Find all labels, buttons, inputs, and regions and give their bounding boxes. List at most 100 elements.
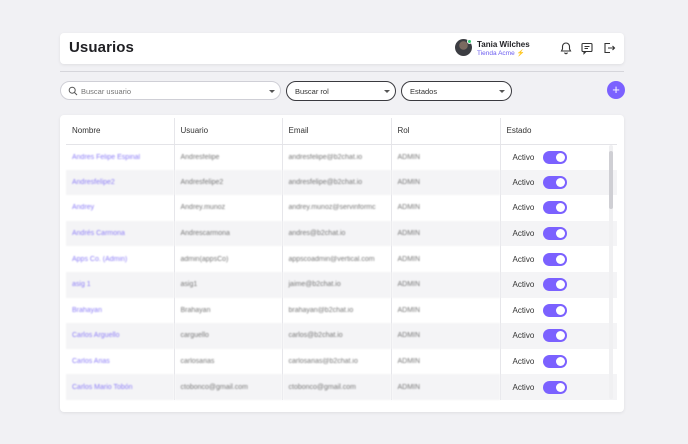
user-name-link[interactable]: Apps Co. (Admin)	[66, 246, 174, 272]
username-cell: carlosarias	[173, 348, 282, 375]
email-cell: brahayan@b2chat.io	[281, 297, 391, 324]
online-status-dot	[467, 39, 472, 44]
role-cell: ADMIN	[390, 169, 500, 196]
table-row[interactable]: Andresfelipe2 Andresfelipe2 andresfelipe@b…	[66, 169, 617, 196]
table-row[interactable]: Carlos Mario Tobón ctobonco@gmail.com ctob…	[66, 374, 617, 400]
users-table-card: Nombre Usuario Email Rol Estado Andres F…	[60, 115, 624, 412]
status-label: Activo	[512, 382, 535, 392]
column-header-email[interactable]: Email	[281, 118, 391, 145]
username-cell: Andrescarmona	[173, 220, 282, 247]
status-cell: Activo	[499, 348, 617, 375]
role-select[interactable]: Buscar rol	[286, 81, 396, 101]
status-toggle[interactable]	[542, 175, 567, 189]
user-name-link[interactable]: Andrey	[66, 195, 174, 221]
email-cell: carlos@b2chat.io	[281, 323, 391, 349]
status-cell: Activo	[499, 297, 617, 324]
username-cell: Andrey.munoz	[173, 195, 282, 221]
user-name-link[interactable]: Carlos Mario Tobón	[66, 374, 174, 400]
role-cell: ADMIN	[390, 271, 500, 298]
status-select[interactable]: Estados	[401, 81, 512, 101]
store-name[interactable]: Tienda Acme ⚡	[477, 49, 525, 57]
table-row[interactable]: Andrés Carmona Andrescarmona andres@b2chat…	[66, 220, 617, 247]
column-header-nombre[interactable]: Nombre	[66, 118, 174, 145]
status-label: Activo	[512, 203, 535, 213]
email-cell: carlosarias@b2chat.io	[281, 348, 391, 375]
email-cell: andres@b2chat.io	[281, 220, 391, 247]
add-user-button[interactable]: +	[607, 81, 625, 99]
header-divider	[60, 71, 624, 72]
username-cell: admin(appsCo)	[173, 246, 282, 272]
email-cell: ctobonco@gmail.com	[281, 374, 391, 400]
status-toggle[interactable]	[542, 329, 567, 343]
chat-icon[interactable]	[580, 41, 594, 55]
email-cell: jaime@b2chat.io	[281, 271, 391, 298]
users-table: Nombre Usuario Email Rol Estado Andres F…	[66, 118, 617, 400]
role-cell: ADMIN	[390, 195, 500, 221]
scrollbar-thumb[interactable]	[609, 151, 613, 209]
chevron-down-icon	[384, 90, 390, 93]
status-toggle[interactable]	[542, 150, 567, 164]
username-cell: Andresfelipe	[173, 144, 282, 170]
role-cell: ADMIN	[390, 348, 500, 375]
status-toggle[interactable]	[542, 380, 567, 394]
user-name-link[interactable]: Brahayan	[66, 298, 174, 324]
plus-icon: +	[612, 82, 620, 97]
status-label: Activo	[512, 177, 535, 187]
table-row[interactable]: Carlos Arguello carguello carlos@b2chat.io…	[66, 323, 617, 349]
status-toggle[interactable]	[542, 355, 567, 369]
username-cell: Andresfelipe2	[173, 169, 282, 196]
status-cell: Activo	[499, 220, 617, 247]
status-label: Activo	[512, 305, 535, 315]
table-row[interactable]: Andrey Andrey.munoz andrey.munoz@servinfor…	[66, 195, 617, 221]
search-icon	[68, 86, 78, 96]
role-cell: ADMIN	[390, 144, 500, 170]
role-cell: ADMIN	[390, 246, 500, 272]
chevron-down-icon	[269, 90, 275, 93]
status-label: Activo	[512, 357, 535, 367]
status-toggle[interactable]	[542, 227, 567, 241]
role-select-label: Buscar rol	[295, 87, 329, 96]
user-name-link[interactable]: Carlos Arias	[66, 349, 174, 375]
email-cell: andresfelipe@b2chat.io	[281, 144, 391, 170]
role-cell: ADMIN	[390, 297, 500, 324]
search-box[interactable]	[60, 81, 281, 100]
status-cell: Activo	[499, 195, 617, 221]
table-scrollbar[interactable]	[609, 145, 613, 399]
status-label: Activo	[512, 331, 535, 341]
email-cell: appscoadmin@vertical.com	[281, 246, 391, 272]
email-cell: andrey.munoz@servinformc	[281, 195, 391, 221]
status-label: Activo	[512, 229, 535, 239]
page-title: Usuarios	[69, 39, 134, 56]
user-name-link[interactable]: Andrés Carmona	[66, 220, 174, 247]
table-header-row: Nombre Usuario Email Rol Estado	[66, 118, 617, 145]
search-input[interactable]	[81, 84, 261, 98]
status-cell: Activo	[499, 323, 617, 349]
chevron-down-icon	[499, 90, 505, 93]
logout-icon[interactable]	[602, 41, 616, 55]
table-row[interactable]: Carlos Arias carlosarias carlosarias@b2cha…	[66, 348, 617, 375]
user-name-link[interactable]: asig 1	[66, 271, 174, 298]
table-row[interactable]: Apps Co. (Admin) admin(appsCo) appscoadmin…	[66, 246, 617, 272]
username-cell: asig1	[173, 271, 282, 298]
user-name-link[interactable]: Carlos Arguello	[66, 323, 174, 349]
role-cell: ADMIN	[390, 323, 500, 349]
status-label: Activo	[512, 280, 535, 290]
table-row[interactable]: asig 1 asig1 jaime@b2chat.io ADMIN Activo	[66, 271, 617, 298]
username-cell: ctobonco@gmail.com	[173, 374, 282, 400]
status-cell: Activo	[499, 144, 617, 170]
column-header-estado[interactable]: Estado	[499, 118, 617, 145]
status-toggle[interactable]	[542, 252, 567, 266]
status-select-label: Estados	[410, 87, 438, 96]
status-toggle[interactable]	[542, 201, 567, 215]
column-header-rol[interactable]: Rol	[390, 118, 500, 145]
column-header-usuario[interactable]: Usuario	[173, 118, 282, 145]
user-name-link[interactable]: Andres Felipe Espinal	[66, 144, 174, 170]
table-row[interactable]: Andres Felipe Espinal Andresfelipe andresf…	[66, 144, 617, 170]
bell-icon[interactable]	[559, 41, 573, 55]
email-cell: andresfelipe@b2chat.io	[281, 169, 391, 196]
table-row[interactable]: Brahayan Brahayan brahayan@b2chat.io ADMIN A…	[66, 297, 617, 324]
status-toggle[interactable]	[542, 278, 567, 292]
status-toggle[interactable]	[542, 303, 567, 317]
user-name[interactable]: Tania Wilches	[477, 40, 530, 49]
user-name-link[interactable]: Andresfelipe2	[66, 169, 174, 196]
